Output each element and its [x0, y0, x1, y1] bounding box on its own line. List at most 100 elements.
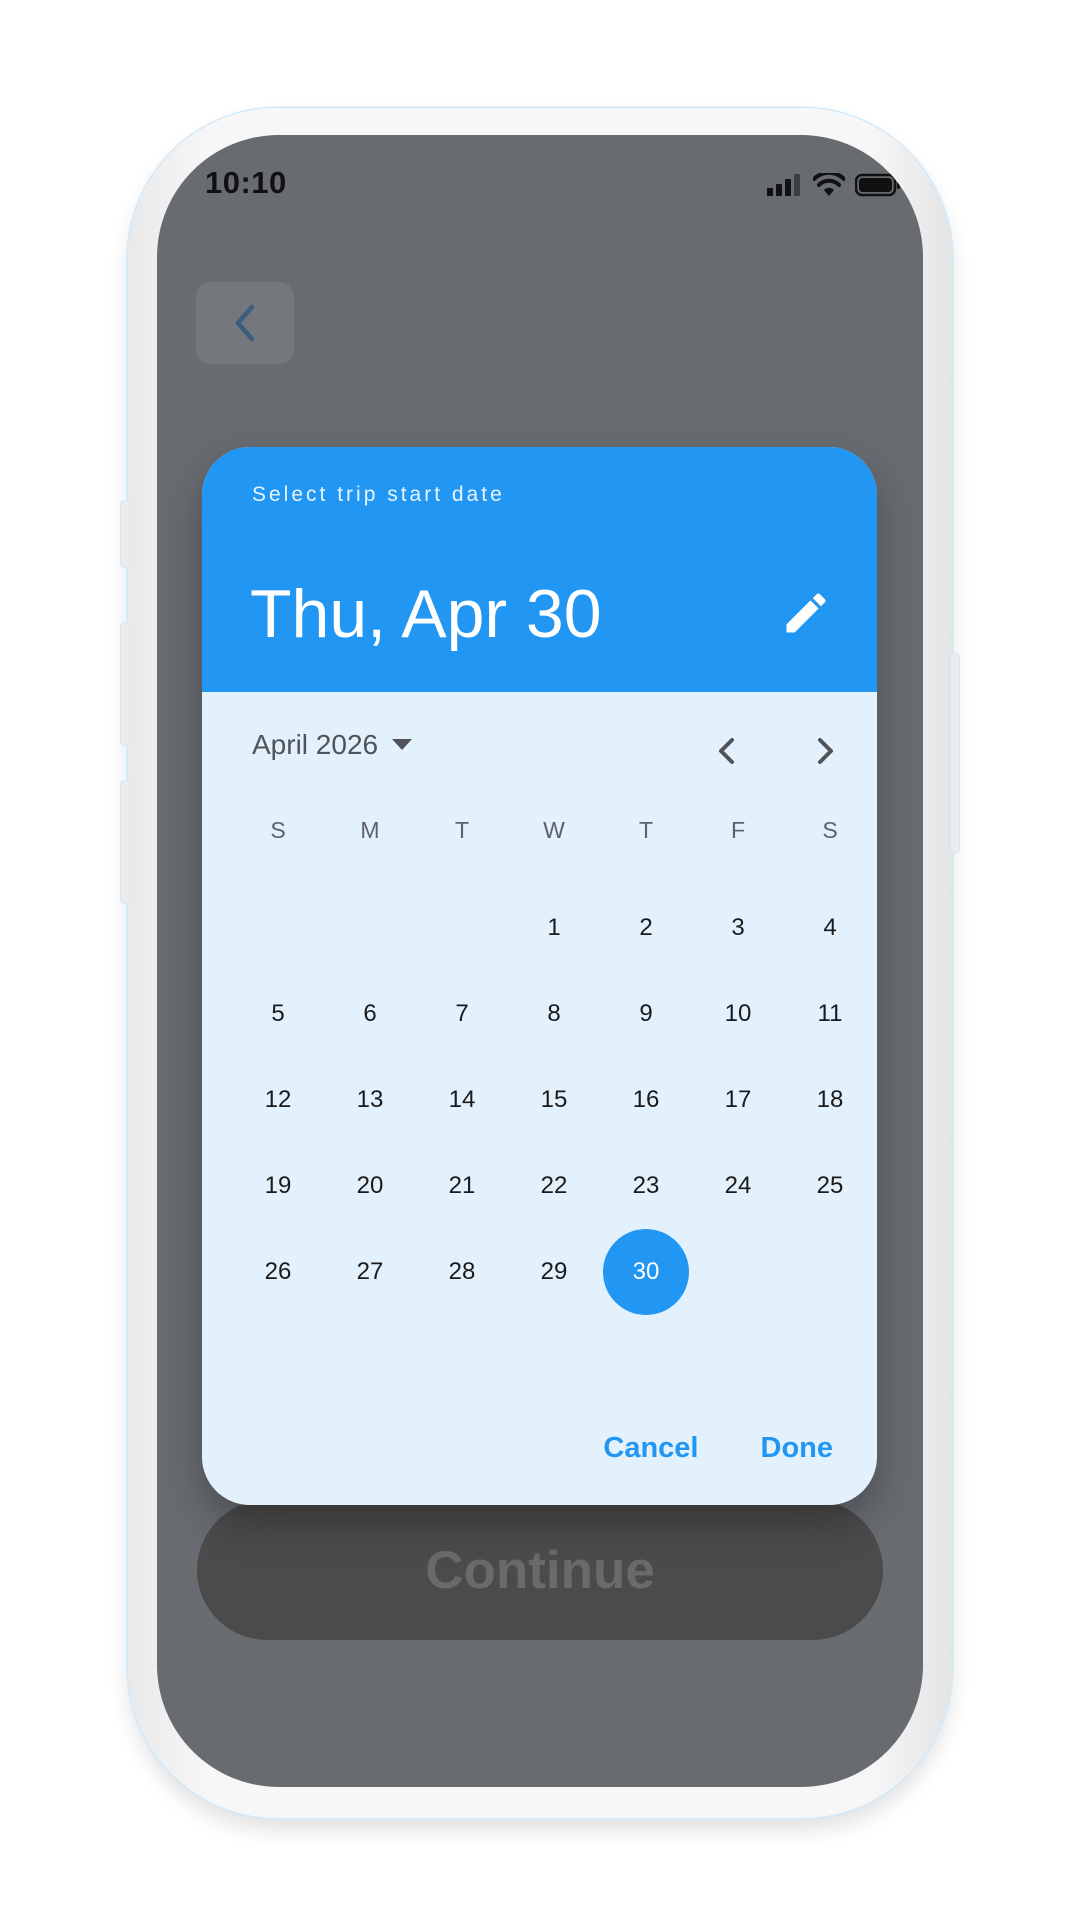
calendar-day-number: 13 [356, 1086, 384, 1113]
calendar-day[interactable]: 23 [600, 1143, 692, 1229]
calendar-day[interactable]: 3 [692, 885, 784, 971]
month-label: April 2026 [252, 729, 379, 760]
calendar-day-number: 23 [632, 1172, 660, 1199]
side-button-mute [120, 500, 130, 568]
weekday-label: W [543, 817, 565, 843]
calendar-day-number: 12 [264, 1086, 292, 1113]
status-icons [767, 173, 901, 197]
calendar-day[interactable]: 19 [232, 1143, 324, 1229]
calendar-day-number: 18 [816, 1086, 844, 1113]
side-button-volume-down [120, 780, 130, 904]
continue-button[interactable]: Continue [197, 1500, 883, 1640]
calendar-day[interactable]: 21 [416, 1143, 508, 1229]
calendar-day[interactable]: 25 [784, 1143, 876, 1229]
calendar-day-number [419, 885, 505, 971]
wifi-icon [813, 173, 845, 196]
calendar-day-empty [692, 1229, 784, 1315]
calendar-day[interactable]: 29 [508, 1229, 600, 1315]
calendar-day-number: 28 [448, 1258, 476, 1285]
calendar-day[interactable]: 7 [416, 971, 508, 1057]
dialog-header: Select trip start date Thu, Apr 30 [202, 447, 877, 692]
calendar-day[interactable]: 5 [232, 971, 324, 1057]
calendar-day[interactable]: 10 [692, 971, 784, 1057]
weekday-label: S [822, 817, 838, 843]
calendar-day-number: 21 [448, 1172, 476, 1199]
calendar-day-number: 8 [547, 1000, 561, 1027]
chevron-left-icon[interactable] [707, 731, 747, 771]
month-year-selector[interactable]: April 2026 [252, 729, 413, 761]
weekday-label: T [454, 817, 470, 843]
calendar-day[interactable]: 24 [692, 1143, 784, 1229]
calendar-day-number: 5 [271, 1000, 285, 1027]
calendar-day-number: 27 [356, 1258, 384, 1285]
calendar-day-number: 14 [448, 1086, 476, 1113]
calendar-day[interactable]: 8 [508, 971, 600, 1057]
calendar-day[interactable]: 27 [324, 1229, 416, 1315]
status-time: 10:10 [205, 165, 287, 200]
calendar-day-number: 4 [823, 914, 837, 941]
calendar-day[interactable]: 17 [692, 1057, 784, 1143]
calendar-day-number [695, 1229, 781, 1315]
calendar-day-number: 30 [603, 1229, 689, 1315]
selected-date-headline: Thu, Apr 30 [250, 576, 602, 652]
calendar-day-number: 29 [540, 1258, 568, 1285]
side-button-volume-up [120, 622, 130, 746]
calendar-day-number: 24 [724, 1172, 752, 1199]
calendar-day-empty [324, 885, 416, 971]
weekday-label: F [730, 817, 746, 843]
calendar-day[interactable]: 20 [324, 1143, 416, 1229]
calendar-day[interactable]: 4 [784, 885, 876, 971]
cancel-button[interactable]: Cancel [603, 1432, 698, 1465]
battery-icon [855, 173, 900, 197]
back-button[interactable] [196, 282, 294, 364]
calendar-day-number: 10 [724, 1000, 752, 1027]
calendar-day[interactable]: 1 [508, 885, 600, 971]
date-picker-dialog: Select trip start date Thu, Apr 30 April… [202, 447, 877, 1505]
dropdown-arrow-icon [392, 739, 413, 750]
weekday-label: S [270, 817, 286, 843]
calendar-day-number: 6 [363, 1000, 377, 1027]
calendar-day-number: 1 [547, 914, 561, 941]
calendar-day-number: 3 [731, 914, 745, 941]
calendar-day-number: 19 [264, 1172, 292, 1199]
calendar-day-number: 2 [639, 914, 653, 941]
calendar-day[interactable]: 22 [508, 1143, 600, 1229]
calendar-day-empty [232, 885, 324, 971]
calendar-day-number: 25 [816, 1172, 844, 1199]
calendar-day[interactable]: 16 [600, 1057, 692, 1143]
calendar-day-number: 11 [817, 1000, 843, 1027]
calendar-day[interactable]: 11 [784, 971, 876, 1057]
calendar-day-number: 26 [264, 1258, 292, 1285]
help-text: Select trip start date [252, 483, 505, 506]
calendar-day[interactable]: 6 [324, 971, 416, 1057]
calendar-day-number [235, 885, 321, 971]
calendar-day-selected[interactable]: 30 [600, 1229, 692, 1315]
calendar-day[interactable]: 9 [600, 971, 692, 1057]
calendar-day[interactable]: 12 [232, 1057, 324, 1143]
back-chevron-icon [235, 304, 255, 342]
signal-icon [767, 174, 800, 196]
calendar-day[interactable]: 13 [324, 1057, 416, 1143]
calendar-day-empty [416, 885, 508, 971]
calendar-day-number [787, 1229, 873, 1315]
done-button[interactable]: Done [761, 1432, 834, 1465]
dialog-actions: Cancel Done [603, 1432, 833, 1465]
calendar-day[interactable]: 2 [600, 885, 692, 971]
calendar-day-number [327, 885, 413, 971]
calendar-day[interactable]: 26 [232, 1229, 324, 1315]
calendar-day-number: 15 [540, 1086, 568, 1113]
chevron-right-icon[interactable] [805, 731, 845, 771]
weekday-label: T [638, 817, 654, 843]
calendar-day-number: 7 [455, 1000, 469, 1027]
calendar-day-number: 9 [639, 1000, 653, 1027]
calendar-day-number: 17 [724, 1086, 752, 1113]
calendar-day[interactable]: 28 [416, 1229, 508, 1315]
calendar-day[interactable]: 14 [416, 1057, 508, 1143]
calendar-day[interactable]: 18 [784, 1057, 876, 1143]
edit-pencil-icon[interactable] [780, 587, 832, 639]
calendar-day-number: 20 [356, 1172, 384, 1199]
calendar-day[interactable]: 15 [508, 1057, 600, 1143]
calendar-day-grid: 1 2 3 4 5 6 7 8 9 10 11 12 13 14 15 16 17 18 19 20 21 22 23 24 2… [232, 885, 876, 1315]
weekday-label: M [360, 817, 380, 843]
weekday-header-row: SMTWTFS [232, 817, 876, 844]
